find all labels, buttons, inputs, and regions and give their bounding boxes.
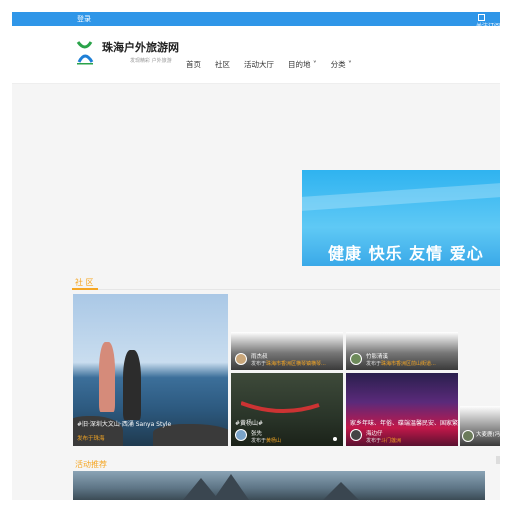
- scroll-handle[interactable]: [496, 456, 500, 464]
- login-link[interactable]: 登录: [77, 14, 91, 24]
- post-location: 发布于珠海市香洲区横琴镇横琴...: [251, 361, 326, 367]
- post-user: 海边仔: [366, 431, 383, 437]
- page-frame: 登录 关注订阅 珠海户外旅游网 发现精彩 户外旅游 首页 社区 活动大厅 目的地…: [12, 12, 500, 500]
- avatar: [462, 430, 474, 442]
- post-text: #黄杨山#: [235, 420, 264, 427]
- featured-post-card[interactable]: #旧·深圳大文山·西涌 Sanya Style 发布于珠海: [73, 294, 228, 446]
- post-user: 大麦鹿(冯: [476, 432, 500, 438]
- avatar: [350, 429, 362, 441]
- post-text: 家乡年味、年俗、碟端温馨民安、国家繁...: [350, 420, 458, 427]
- site-header: 珠海户外旅游网 发现精彩 户外旅游 首页 社区 活动大厅 目的地 ˅ 分类 ˅: [12, 26, 500, 84]
- post-user: 张先: [251, 431, 263, 437]
- avatar: [235, 429, 247, 441]
- post-card[interactable]: 雨杰叔 发布于珠海市香洲区横琴镇横琴...: [231, 332, 343, 370]
- indicator-dot: [333, 437, 337, 441]
- section-divider: [72, 289, 500, 290]
- post-location: 发布于珠海市香洲区前山街道...: [366, 361, 436, 367]
- post-location: 发布于斗门莲洲: [366, 438, 402, 444]
- site-name[interactable]: 珠海户外旅游网: [102, 39, 179, 55]
- post-card[interactable]: 家乡年味、年俗、碟端温馨民安、国家繁... 海边仔 发布于斗门莲洲: [346, 373, 458, 446]
- nav-destination[interactable]: 目的地 ˅: [288, 59, 317, 70]
- nav-home[interactable]: 首页: [186, 59, 201, 70]
- avatar: [350, 353, 362, 365]
- person-image: [99, 342, 115, 412]
- main-nav: 首页 社区 活动大厅 目的地 ˅ 分类 ˅: [186, 59, 352, 70]
- nav-activity-hall[interactable]: 活动大厅: [244, 59, 274, 70]
- avatar: [235, 353, 247, 365]
- nav-community[interactable]: 社区: [215, 59, 230, 70]
- post-card[interactable]: #黄杨山# 张先 发布于黄杨山: [231, 373, 343, 446]
- featured-sub: 发布于珠海: [77, 436, 105, 442]
- hero-banner[interactable]: 健康 快乐 友情 爱心: [302, 170, 500, 266]
- mountain-image: [213, 474, 249, 500]
- post-user: 竹影清溪: [366, 354, 389, 360]
- post-location: 发布于黄杨山: [251, 438, 282, 444]
- activity-banner[interactable]: [73, 471, 485, 500]
- post-card[interactable]: 竹影清溪 发布于珠海市香洲区前山街道...: [346, 332, 458, 370]
- section-underline: [72, 288, 98, 290]
- site-logo[interactable]: [75, 38, 95, 66]
- activity-section-title[interactable]: 活动推荐: [75, 459, 107, 470]
- featured-caption: #旧·深圳大文山·西涌 Sanya Style: [77, 421, 172, 428]
- community-section-title[interactable]: 社 区: [75, 277, 94, 288]
- top-bar: 登录 关注订阅: [12, 12, 500, 30]
- qr-code-icon[interactable]: [478, 14, 485, 21]
- banner-text: 健康 快乐 友情 爱心: [328, 244, 484, 263]
- banner-streak: [302, 183, 500, 211]
- logo-text: 珠海户外旅游网 发现精彩 户外旅游: [102, 39, 179, 64]
- nav-category[interactable]: 分类 ˅: [331, 59, 352, 70]
- post-user: 雨杰叔: [251, 354, 268, 360]
- mountain-image: [323, 482, 359, 500]
- site-slogan: 发现精彩 户外旅游: [130, 58, 172, 64]
- person-image: [123, 350, 141, 420]
- post-card[interactable]: 大麦鹿(冯: [460, 406, 500, 446]
